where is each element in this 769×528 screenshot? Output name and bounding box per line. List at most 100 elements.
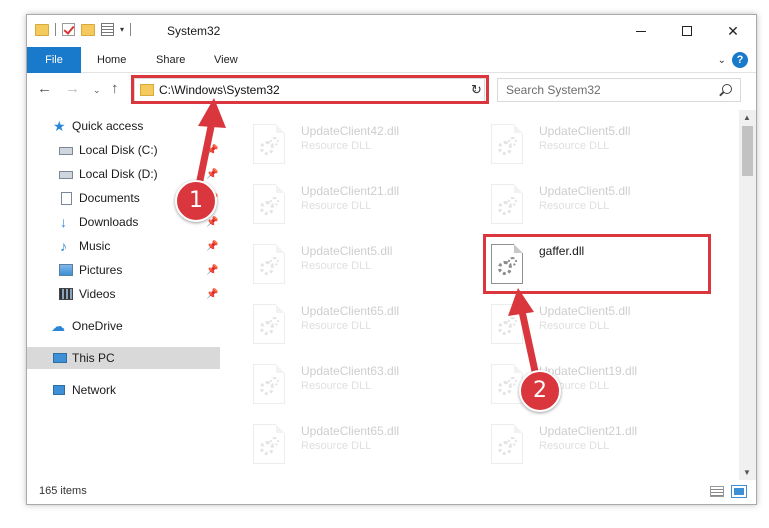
folder-icon [35, 23, 49, 36]
title-bar: ▾ System32 ✕ [27, 15, 756, 47]
file-item[interactable]: UpdateClient19.dll Resource DLL [481, 358, 711, 414]
status-bar: 165 items [27, 482, 756, 504]
file-name: UpdateClient63.dll [301, 364, 400, 378]
file-name: UpdateClient5.dll [539, 184, 631, 198]
pin-icon[interactable]: 📌 [206, 169, 218, 180]
sidebar-item-label: Local Disk (C:) [79, 143, 158, 157]
sidebar-item-label: Pictures [79, 263, 123, 277]
sidebar-item-pictures[interactable]: Pictures 📌 [27, 259, 220, 281]
large-icons-view-icon[interactable] [731, 485, 747, 498]
window-title: System32 [167, 24, 221, 38]
dll-file-icon [491, 124, 523, 164]
tab-file[interactable]: File [27, 47, 81, 73]
ribbon-tabs: File Home Share View ⌄ ? [27, 47, 756, 73]
details-view-icon[interactable] [710, 486, 724, 497]
file-name: UpdateClient42.dll [301, 124, 400, 138]
expand-ribbon-icon[interactable]: ⌄ [718, 55, 726, 66]
file-item[interactable]: UpdateClient5.dll Resource DLL [481, 118, 711, 174]
disk-icon [59, 147, 73, 155]
download-icon: ↓ [60, 214, 67, 230]
pin-icon[interactable]: 📌 [206, 265, 218, 276]
file-item[interactable]: UpdateClient42.dll Resource DLL [243, 118, 473, 174]
forward-arrow-icon[interactable]: → [65, 80, 80, 97]
file-type: Resource DLL [301, 140, 372, 152]
minimize-icon [636, 30, 646, 32]
gear-icon [508, 317, 517, 326]
disk-icon [59, 171, 73, 179]
properties-check-icon[interactable] [62, 23, 75, 36]
maximize-button[interactable] [664, 15, 710, 47]
sidebar-item-local-disk-c[interactable]: Local Disk (C:) 📌 [27, 139, 220, 161]
vertical-scrollbar[interactable]: ▲ ▼ [739, 110, 756, 480]
file-item[interactable]: UpdateClient63.dll Resource DLL [243, 358, 473, 414]
dll-file-icon [253, 424, 285, 464]
sidebar-item-videos[interactable]: Videos 📌 [27, 283, 220, 305]
sidebar-item-this-pc[interactable]: This PC [27, 347, 220, 369]
music-icon: ♪ [60, 238, 67, 254]
search-icon[interactable] [722, 84, 732, 94]
sidebar-item-label: Videos [79, 287, 116, 301]
network-icon [53, 385, 65, 395]
search-box[interactable] [497, 78, 741, 102]
scrollbar-thumb[interactable] [742, 126, 753, 176]
minimize-button[interactable] [618, 15, 664, 47]
file-item[interactable]: UpdateClient5.dll Resource DLL [481, 298, 711, 354]
sidebar-item-music[interactable]: ♪ Music 📌 [27, 235, 220, 257]
search-input[interactable] [506, 83, 706, 97]
file-item[interactable]: UpdateClient5.dll Resource DLL [243, 238, 473, 294]
file-name: UpdateClient5.dll [301, 244, 393, 258]
tab-share[interactable]: Share [156, 47, 185, 73]
pin-icon[interactable]: 📌 [206, 145, 218, 156]
close-icon: ✕ [727, 22, 739, 39]
pictures-icon [59, 264, 73, 276]
sidebar-item-label: Music [79, 239, 111, 253]
gear-icon [270, 317, 279, 326]
gear-icon [508, 377, 517, 386]
close-button[interactable]: ✕ [710, 15, 756, 47]
pin-icon[interactable]: 📌 [206, 241, 218, 252]
sidebar-item-label: OneDrive [72, 319, 123, 333]
tab-home[interactable]: Home [97, 47, 126, 73]
back-arrow-icon[interactable]: ← [37, 80, 52, 97]
sidebar-item-label: Quick access [72, 119, 144, 133]
file-type: Resource DLL [301, 260, 372, 272]
gear-icon [270, 437, 279, 446]
chevron-down-icon[interactable]: ▾ [120, 25, 124, 34]
dll-file-icon [491, 424, 523, 464]
scroll-up-icon[interactable]: ▲ [743, 113, 751, 122]
tab-view[interactable]: View [214, 47, 238, 73]
file-type: Resource DLL [539, 200, 610, 212]
new-folder-icon[interactable] [81, 23, 95, 36]
recent-locations-chevron-icon[interactable]: ⌄ [93, 85, 101, 96]
divider [55, 23, 56, 36]
file-item[interactable]: UpdateClient21.dll Resource DLL [481, 418, 711, 474]
file-type: Resource DLL [301, 380, 372, 392]
sidebar-item-onedrive[interactable]: ☁ OneDrive [27, 315, 220, 337]
file-type: Resource DLL [301, 320, 372, 332]
file-item[interactable]: UpdateClient21.dll Resource DLL [243, 178, 473, 234]
gear-icon [508, 137, 517, 146]
properties-icon[interactable] [101, 23, 114, 36]
file-name: UpdateClient65.dll [301, 304, 400, 318]
pin-icon[interactable]: 📌 [206, 289, 218, 300]
file-item[interactable]: UpdateClient65.dll Resource DLL [243, 298, 473, 354]
file-type: Resource DLL [301, 440, 372, 452]
navigation-bar: ← → ⌄ ↑ C:\Windows\System32 ⌄ ↻ [27, 74, 756, 106]
up-arrow-icon[interactable]: ↑ [111, 80, 119, 97]
sidebar-item-label: Network [72, 383, 117, 397]
navigation-pane: ★ Quick access Local Disk (C:) 📌 Local D… [27, 115, 220, 471]
file-type: Resource DLL [301, 200, 372, 212]
file-item[interactable]: UpdateClient65.dll Resource DLL [243, 418, 473, 474]
sidebar-item-quick-access[interactable]: ★ Quick access [27, 115, 220, 137]
file-type: Resource DLL [539, 440, 610, 452]
maximize-icon [682, 26, 692, 36]
file-item[interactable]: UpdateClient5.dll Resource DLL [481, 178, 711, 234]
scroll-down-icon[interactable]: ▼ [743, 468, 751, 477]
sidebar-item-network[interactable]: Network [27, 379, 220, 401]
file-type: Resource DLL [539, 320, 610, 332]
sidebar-item-label: Local Disk (D:) [79, 167, 158, 181]
help-icon[interactable]: ? [732, 52, 748, 68]
gear-icon [270, 197, 279, 206]
computer-icon [53, 353, 67, 363]
dll-file-icon [253, 184, 285, 224]
